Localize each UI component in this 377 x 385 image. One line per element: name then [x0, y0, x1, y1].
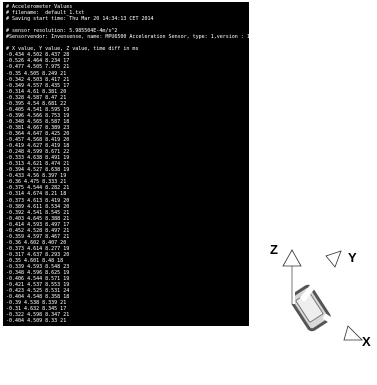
accelerometer-log: # Accelerometer Values # filename: defaul… — [3, 2, 295, 327]
x-axis-arrow — [322, 313, 363, 341]
log-header-line: #Sensorvendor: Invensense, name: MPU6500… — [6, 34, 295, 41]
phone-axes-icon: Z Y X — [270, 242, 371, 348]
accelerometer-screen: # Accelerometer Values # filename: defaul… — [0, 0, 377, 385]
y-axis-arrow — [299, 250, 342, 302]
log-data-row: -0.404 4.509 8.33 21 — [6, 318, 67, 325]
x-axis-label: X — [362, 334, 371, 348]
y-axis-label: Y — [348, 250, 357, 265]
z-axis-label: Z — [270, 242, 278, 257]
